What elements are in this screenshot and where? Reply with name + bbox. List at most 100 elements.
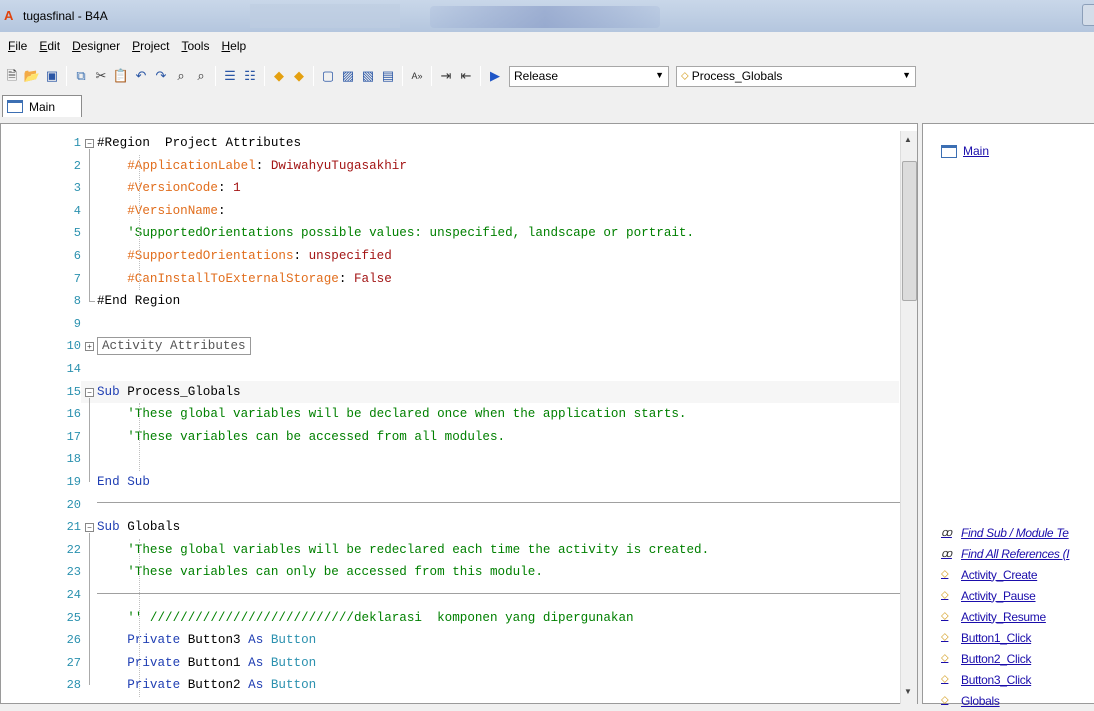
line-number-cell: 2: [1, 155, 81, 178]
sub-link[interactable]: ⬦ Globals: [941, 690, 1069, 711]
code-token: :: [255, 158, 271, 173]
bookmark-prev-icon[interactable]: ▧: [360, 68, 376, 84]
code-line[interactable]: 'SupportedOrientations possible values: …: [97, 222, 694, 245]
code-line[interactable]: '' ///////////////////////////deklarasi …: [97, 607, 634, 630]
code-token: 'These global variables will be declared…: [127, 407, 687, 422]
sub-icon: ⬦: [941, 589, 949, 601]
scroll-up-icon[interactable]: ▲: [904, 135, 912, 144]
forward-icon[interactable]: ◆: [291, 68, 307, 84]
code-token: '' ///////////////////////////deklarasi …: [127, 610, 634, 625]
sub-link[interactable]: ⬦ Button1_Click: [941, 627, 1069, 648]
menu-designer[interactable]: Designer: [72, 39, 120, 53]
code-token: Button1: [187, 655, 249, 670]
find-link[interactable]: ꝏ Find Sub / Module Te: [941, 522, 1069, 543]
code-line[interactable]: Private Button3 As Button: [97, 629, 316, 652]
scroll-down-icon[interactable]: ▼: [904, 687, 912, 696]
save-icon[interactable]: ▣: [44, 68, 60, 84]
collapse-region-icon[interactable]: −: [85, 139, 94, 148]
code-line[interactable]: Activity Attributes: [97, 335, 251, 358]
code-editor[interactable]: 1− #Region Project Attributes 2 #Applicati…: [0, 123, 918, 704]
editor-scrollbar[interactable]: ▲ ▼: [900, 131, 917, 704]
code-line[interactable]: #SupportedOrientations: unspecified: [97, 245, 392, 268]
minimize-button[interactable]: [1082, 4, 1094, 26]
module-link-main[interactable]: Main: [941, 144, 989, 158]
line-number: 16: [66, 407, 81, 422]
comment-icon[interactable]: ☰: [222, 68, 238, 84]
code-token: #CanInstallToExternalStorage: [127, 271, 339, 286]
uncomment-icon[interactable]: ☷: [242, 68, 258, 84]
menu-project[interactable]: Project: [132, 39, 169, 53]
code-line[interactable]: 'These global variables will be redeclar…: [97, 539, 709, 562]
expand-region-icon[interactable]: +: [85, 342, 94, 352]
sub-link[interactable]: ⬦ Activity_Pause: [941, 585, 1069, 606]
tab-main[interactable]: Main: [2, 95, 82, 117]
collapsed-region[interactable]: Activity Attributes: [97, 337, 251, 356]
sub-icon: ⬦: [941, 631, 949, 643]
outdent-icon[interactable]: ⇤: [458, 68, 474, 84]
collapse-region-icon[interactable]: −: [85, 387, 94, 397]
code-line[interactable]: #ApplicationLabel: DwiwahyuTugasakhir: [97, 155, 407, 178]
redo-icon[interactable]: ↷: [153, 68, 169, 84]
line-number-cell: 1: [1, 132, 81, 155]
undo-icon[interactable]: ↶: [133, 68, 149, 84]
code-line[interactable]: #CanInstallToExternalStorage: False: [97, 268, 392, 291]
bookmark-clear-icon[interactable]: ▤: [380, 68, 396, 84]
code-line[interactable]: #VersionName:: [97, 200, 226, 223]
sub-link[interactable]: ⬦ Activity_Create: [941, 564, 1069, 585]
open-folder-icon[interactable]: 📂: [24, 68, 40, 84]
line-number-cell: 20: [1, 494, 81, 517]
code-line[interactable]: End Sub: [97, 471, 150, 494]
line-number: 19: [66, 475, 81, 489]
code-line[interactable]: Sub Process_Globals: [97, 381, 241, 404]
line-number-cell: 10: [1, 335, 81, 358]
find-icon[interactable]: ⌕: [173, 68, 189, 84]
code-token: Private: [127, 633, 188, 648]
code-line[interactable]: #VersionCode: 1: [97, 177, 240, 200]
menu-file[interactable]: File: [8, 39, 27, 53]
line-number-cell: 7: [1, 268, 81, 291]
collapse-region-icon[interactable]: −: [85, 523, 94, 533]
menu-edit[interactable]: Edit: [39, 39, 60, 53]
menu-help[interactable]: Help: [221, 39, 246, 53]
code-token: Button: [270, 633, 317, 648]
sub-link[interactable]: ⬦ Activity_Resume: [941, 606, 1069, 627]
back-icon[interactable]: ◆: [271, 68, 287, 84]
paste-icon[interactable]: 📋: [113, 68, 129, 84]
line-number-cell: 23: [1, 561, 81, 584]
code-token: 'These variables can be accessed from al…: [127, 429, 506, 444]
line-number: 21: [66, 520, 81, 535]
sub-selector-select[interactable]: ⬦ Process_Globals ▼: [676, 65, 916, 87]
code-line[interactable]: #Region Project Attributes: [97, 132, 301, 155]
new-file-icon[interactable]: 🗎: [4, 68, 20, 84]
code-line[interactable]: 'These variables can be accessed from al…: [97, 426, 505, 449]
module-link-label: Main: [963, 144, 990, 158]
menu-tools[interactable]: Tools: [181, 39, 209, 53]
code-line[interactable]: Sub Globals: [97, 516, 180, 539]
code-line[interactable]: Private Button2 As Button: [97, 674, 316, 697]
scrollbar-thumb[interactable]: [902, 161, 917, 301]
code-line[interactable]: Private Button1 As Button: [97, 652, 316, 675]
build-config-select[interactable]: Release ▼: [509, 65, 669, 87]
sub-link[interactable]: ⬦ Button2_Click: [941, 648, 1069, 669]
find-link[interactable]: ꝏ Find All References (I: [941, 543, 1070, 564]
indent-guide: [139, 538, 140, 697]
copy-icon[interactable]: ⧉: [73, 68, 89, 84]
cut-icon[interactable]: ✂: [93, 68, 109, 84]
line-number-cell: 3: [1, 177, 81, 200]
run-icon[interactable]: ▶: [487, 68, 503, 84]
sub-link-label: Button3_Click: [961, 672, 1032, 687]
font-size-icon[interactable]: A»: [409, 68, 425, 84]
sub-link[interactable]: ⬦ Button3_Click: [941, 669, 1069, 690]
indent-icon[interactable]: ⇥: [438, 68, 454, 84]
code-line[interactable]: 'These variables can only be accessed fr…: [97, 561, 543, 584]
code-line[interactable]: #End Region: [97, 290, 180, 313]
code-line[interactable]: 'These global variables will be declared…: [97, 403, 687, 426]
code-token: :: [217, 203, 226, 218]
bookmark-next-icon[interactable]: ▨: [340, 68, 356, 84]
line-number-cell: 6: [1, 245, 81, 268]
bookmark-icon[interactable]: ▢: [320, 68, 336, 84]
sub-link-label: Button2_Click: [961, 651, 1032, 666]
sub-icon: ⬦: [941, 673, 949, 685]
find-all-icon[interactable]: ⌕: [193, 68, 209, 84]
